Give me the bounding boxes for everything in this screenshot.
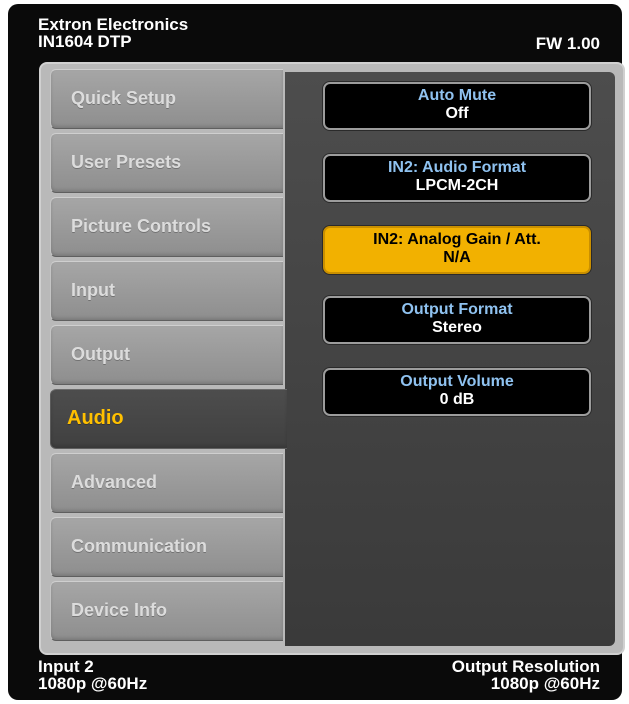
menu-item-label: Picture Controls <box>71 216 212 236</box>
menu-item-audio[interactable]: Audio <box>50 389 287 449</box>
menu-item-label: Output <box>71 344 130 364</box>
firmware-version: FW 1.00 <box>535 34 600 53</box>
output-format-button[interactable]: Output Format Stereo <box>323 296 591 344</box>
audio-format-title: IN2: Audio Format <box>387 159 527 176</box>
analog-gain-title: IN2: Analog Gain / Att. <box>373 231 541 248</box>
input-status-label: Input 2 <box>38 657 94 676</box>
menu-item-user-presets[interactable]: User Presets <box>50 133 283 193</box>
input-status-resolution: 1080p @60Hz <box>38 674 148 693</box>
menu-panel: Auto Mute Off IN2: Audio Format LPCM-2CH… <box>39 62 625 655</box>
menu-item-input[interactable]: Input <box>50 261 283 321</box>
output-resolution-label: Output Resolution <box>451 657 600 676</box>
audio-settings-pane: Auto Mute Off IN2: Audio Format LPCM-2CH… <box>285 72 615 646</box>
auto-mute-value: Off <box>445 105 469 122</box>
output-resolution-value: 1080p @60Hz <box>490 674 600 693</box>
output-volume-title: Output Volume <box>400 373 514 390</box>
menu-item-advanced[interactable]: Advanced <box>50 453 283 513</box>
device-model: IN1604 DTP <box>38 32 132 51</box>
output-volume-button[interactable]: Output Volume 0 dB <box>323 368 591 416</box>
device-frame: Extron Electronics IN1604 DTP FW 1.00 Au… <box>8 4 625 700</box>
output-format-title: Output Format <box>401 301 513 318</box>
menu-item-device-info[interactable]: Device Info <box>50 581 283 641</box>
analog-gain-button[interactable]: IN2: Analog Gain / Att. N/A <box>323 226 591 274</box>
menu-item-quick-setup[interactable]: Quick Setup <box>50 69 283 129</box>
menu-item-output[interactable]: Output <box>50 325 283 385</box>
menu-item-label: Advanced <box>71 472 158 492</box>
menu-item-label: Audio <box>67 407 124 429</box>
output-format-value: Stereo <box>432 319 482 336</box>
audio-format-button[interactable]: IN2: Audio Format LPCM-2CH <box>323 154 591 202</box>
menu-item-label: User Presets <box>71 152 182 172</box>
menu-item-communication[interactable]: Communication <box>50 517 283 577</box>
menu-item-label: Communication <box>71 536 208 556</box>
menu-item-label: Device Info <box>71 600 168 620</box>
audio-format-value: LPCM-2CH <box>415 177 499 194</box>
auto-mute-button[interactable]: Auto Mute Off <box>323 82 591 130</box>
menu-item-label: Input <box>71 280 115 300</box>
menu-item-label: Quick Setup <box>71 88 177 108</box>
auto-mute-title: Auto Mute <box>417 87 497 104</box>
output-volume-value: 0 dB <box>439 391 475 408</box>
analog-gain-value: N/A <box>443 249 471 266</box>
menu-item-picture-controls[interactable]: Picture Controls <box>50 197 283 257</box>
